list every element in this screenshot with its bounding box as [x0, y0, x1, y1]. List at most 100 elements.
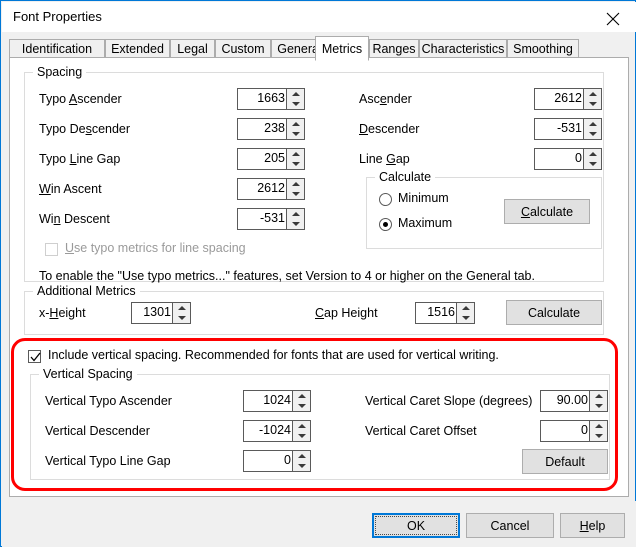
vertical-typo-ascender-spinner[interactable]: 1024: [243, 390, 311, 412]
vertical-caret-offset-spinner[interactable]: 0: [540, 420, 608, 442]
radio-minimum[interactable]: [379, 193, 392, 206]
tab-metrics[interactable]: Metrics: [315, 36, 369, 61]
spinner-down[interactable]: [584, 129, 601, 139]
spinner-up[interactable]: [293, 451, 310, 461]
vertical-descender-value: -1024: [259, 423, 291, 437]
spinner-buttons[interactable]: [286, 149, 304, 169]
spinner-buttons[interactable]: [583, 89, 601, 109]
use-typo-metrics-checkbox[interactable]: [45, 243, 58, 256]
tab-smoothing[interactable]: Smoothing: [507, 39, 579, 58]
dialog-footer: OK Cancel Help: [2, 501, 636, 547]
tab-ranges[interactable]: Ranges: [369, 39, 419, 58]
ok-button[interactable]: OK: [372, 513, 460, 538]
spinner-down[interactable]: [584, 159, 601, 169]
spinner-down[interactable]: [293, 431, 310, 441]
spinner-buttons[interactable]: [589, 421, 607, 441]
typo-descender-label: Typo Descender: [39, 122, 131, 136]
spinner-up[interactable]: [287, 179, 304, 189]
spinner-buttons[interactable]: [286, 179, 304, 199]
cancel-button[interactable]: Cancel: [466, 513, 554, 538]
line-gap-label: Line Gap: [359, 152, 410, 166]
spinner-up[interactable]: [457, 303, 474, 313]
spinner-down[interactable]: [287, 219, 304, 229]
spinner-buttons[interactable]: [286, 119, 304, 139]
title-bar: Font Properties: [2, 2, 636, 32]
cap-height-value: 1516: [427, 305, 455, 319]
spinner-buttons[interactable]: [292, 421, 310, 441]
close-button[interactable]: [590, 2, 636, 32]
spinner-up[interactable]: [287, 209, 304, 219]
help-button[interactable]: Help: [560, 513, 625, 538]
default-button[interactable]: Default: [522, 449, 608, 474]
spinner-down[interactable]: [584, 99, 601, 109]
tab-extended[interactable]: Extended: [105, 39, 170, 58]
tab-label: Metrics: [321, 41, 363, 56]
calculate-button-label: Calculate: [520, 204, 574, 219]
spinner-up[interactable]: [287, 119, 304, 129]
spinner-up[interactable]: [590, 391, 607, 401]
spinner-up[interactable]: [590, 421, 607, 431]
vertical-typo-line-gap-spinner[interactable]: 0: [243, 450, 311, 472]
x-height-spinner[interactable]: 1301: [131, 302, 191, 324]
spinner-buttons[interactable]: [583, 149, 601, 169]
typo-ascender-value: 1663: [257, 91, 285, 105]
tab-label: Extended: [111, 42, 164, 56]
x-height-value: 1301: [143, 305, 171, 319]
include-vertical-spacing-checkbox[interactable]: [28, 350, 41, 363]
spinner-up[interactable]: [293, 421, 310, 431]
spinner-down[interactable]: [590, 431, 607, 441]
tab-label: Legal: [177, 42, 208, 56]
spinner-up[interactable]: [584, 119, 601, 129]
tab-characteristics[interactable]: Characteristics: [419, 39, 507, 58]
spinner-down[interactable]: [287, 159, 304, 169]
radio-maximum[interactable]: [379, 218, 392, 231]
spinner-down[interactable]: [293, 461, 310, 471]
tab-label: Smoothing: [513, 42, 573, 56]
tab-identification[interactable]: Identification: [9, 39, 105, 58]
spinner-up[interactable]: [584, 149, 601, 159]
spinner-buttons[interactable]: [292, 391, 310, 411]
spinner-up[interactable]: [293, 391, 310, 401]
tab-custom[interactable]: Custom: [215, 39, 271, 58]
spinner-buttons[interactable]: [583, 119, 601, 139]
additional-metrics-calculate-button[interactable]: Calculate: [506, 300, 602, 325]
spinner-buttons[interactable]: [589, 391, 607, 411]
tab-label: Identification: [21, 42, 93, 56]
spinner-buttons[interactable]: [456, 303, 474, 323]
tab-label: Custom: [221, 42, 265, 56]
spinner-buttons[interactable]: [172, 303, 190, 323]
win-ascent-spinner[interactable]: 2612: [237, 178, 305, 200]
vertical-typo-line-gap-value: 0: [284, 453, 291, 467]
tab-legal[interactable]: Legal: [170, 39, 215, 58]
include-vertical-spacing-label: Include vertical spacing. Recommended fo…: [48, 348, 499, 362]
spinner-up[interactable]: [287, 149, 304, 159]
spinner-buttons[interactable]: [286, 209, 304, 229]
spinner-buttons[interactable]: [286, 89, 304, 109]
spinner-down[interactable]: [173, 313, 190, 323]
spinner-down[interactable]: [457, 313, 474, 323]
spinner-down[interactable]: [287, 129, 304, 139]
spinner-down[interactable]: [590, 401, 607, 411]
spinner-up[interactable]: [584, 89, 601, 99]
descender-spinner[interactable]: -531: [534, 118, 602, 140]
spinner-down[interactable]: [293, 401, 310, 411]
typo-ascender-spinner[interactable]: 1663: [237, 88, 305, 110]
spinner-up[interactable]: [173, 303, 190, 313]
spinner-down[interactable]: [287, 189, 304, 199]
vertical-descender-spinner[interactable]: -1024: [243, 420, 311, 442]
line-gap-spinner[interactable]: 0: [534, 148, 602, 170]
vertical-typo-ascender-value: 1024: [263, 393, 291, 407]
calculate-button[interactable]: Calculate: [504, 199, 590, 224]
spinner-up[interactable]: [287, 89, 304, 99]
win-descent-spinner[interactable]: -531: [237, 208, 305, 230]
additional-metrics-group: Additional Metrics x-Height 1301 Cap Hei…: [24, 284, 604, 335]
spinner-down[interactable]: [287, 99, 304, 109]
typo-descender-spinner[interactable]: 238: [237, 118, 305, 140]
cap-height-spinner[interactable]: 1516: [415, 302, 475, 324]
vertical-spacing-group-label: Vertical Spacing: [39, 367, 137, 381]
spinner-buttons[interactable]: [292, 451, 310, 471]
typo-line-gap-spinner[interactable]: 205: [237, 148, 305, 170]
ascender-spinner[interactable]: 2612: [534, 88, 602, 110]
descender-label: Descender: [359, 122, 420, 136]
vertical-caret-slope-spinner[interactable]: 90.00: [540, 390, 608, 412]
